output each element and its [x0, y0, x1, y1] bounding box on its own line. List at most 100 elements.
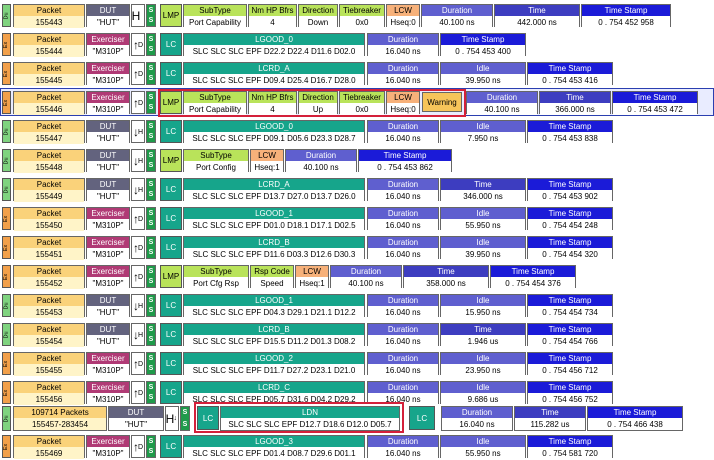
- packet-row[interactable]: Ex Packet 155445 Exerciser "M310P" ↑ D SS L…: [0, 61, 714, 87]
- direction-arrow-icon: ↓ H: [131, 149, 145, 172]
- exerciser-field: Exerciser "M310P": [86, 435, 130, 459]
- packet-field: Packet 155443: [13, 4, 85, 28]
- tiebreaker-field: Tiebreaker 0x0: [339, 4, 385, 28]
- time-field: Time 346.000 ns: [440, 178, 526, 202]
- direction-arrow-icon: ↑ D: [131, 62, 145, 85]
- timestamp-field: Time Stamp 0 . 754 456 752: [527, 381, 613, 405]
- dut-field: DUT "HUT": [86, 4, 130, 28]
- duration-field: Duration 16.040 ns: [367, 236, 439, 260]
- timestamp-field: Time Stamp 0 . 754 453 862: [358, 149, 452, 173]
- direction-side-tab: Ex: [2, 91, 11, 114]
- duration-field: Duration 16.040 ns: [367, 381, 439, 405]
- packet-row[interactable]: Ex Packet 155469 Exerciser "M310P" ↑ D SS L…: [0, 434, 714, 460]
- packet-row[interactable]: Ex Packet 155451 Exerciser "M310P" ↑ D SS L…: [0, 235, 714, 261]
- packet-row[interactable]: Ex Packet 155452 Exerciser "M310P" ↑ D SS L…: [0, 264, 714, 290]
- symbol-field: LCRD_C SLC SLC SLC EPF D05.7 D31.6 D04.2 …: [183, 381, 365, 405]
- direction-field: Direction Down: [298, 4, 338, 28]
- packet-field: Packet 155447: [13, 120, 85, 144]
- direction-side-tab: Ex: [2, 381, 11, 404]
- idle-field: Idle 55.950 ns: [440, 435, 526, 459]
- direction-arrow-icon: ↓ H: [131, 178, 145, 201]
- exerciser-field: Exerciser "M310P": [86, 91, 130, 115]
- speed-marker-icon: SS: [146, 294, 156, 317]
- exerciser-field: Exerciser "M310P": [86, 236, 130, 260]
- packet-row[interactable]: Ex Packet 155444 Exerciser "M310P" ↑ D SS L…: [0, 32, 714, 58]
- lc-badge: LC: [160, 435, 182, 458]
- symbol-field: LGOOD_2 SLC SLC SLC EPF D11.7 D27.2 D23.1…: [183, 352, 365, 376]
- packet-field: Packet 155449: [13, 178, 85, 202]
- packet-field: Packet 155446: [13, 91, 85, 115]
- lc-badge: LC: [160, 62, 182, 85]
- subtype-field: SubType Port Cfg Rsp: [183, 265, 249, 289]
- symbol-field: LCRD_A SLC SLC SLC EPF D09.4 D25.4 D16.7 …: [183, 62, 365, 86]
- packet-row[interactable]: Du Packet 155449 DUT "HUT" ↓ H SS LC LCRD_A…: [0, 177, 714, 203]
- exerciser-field: Exerciser "M310P": [86, 381, 130, 405]
- packet-row[interactable]: Du Packet 155447 DUT "HUT" ↓ H SS LC LGOOD_…: [0, 119, 714, 145]
- lmp-badge: LMP: [160, 4, 182, 27]
- timestamp-field: Time Stamp 0 . 754 453 416: [527, 62, 613, 86]
- idle-field: Idle 23.950 ns: [440, 352, 526, 376]
- packet-row[interactable]: Du Packet 155454 DUT "HUT" ↓ H SS LC LCRD_B…: [0, 322, 714, 348]
- direction-side-tab: Ex: [2, 207, 11, 230]
- packet-field: Packet 155444: [13, 33, 85, 57]
- exerciser-field: Exerciser "M310P": [86, 265, 130, 289]
- speed-marker-icon: SS: [180, 406, 190, 431]
- dut-field: DUT "HUT": [86, 294, 130, 318]
- timestamp-field: Time Stamp 0 . 754 454 766: [527, 323, 613, 347]
- packet-field: Packet 155452: [13, 265, 85, 289]
- packet-row[interactable]: Du Packet 155443 DUT "HUT" H SS LMP SubTyp…: [0, 3, 714, 29]
- direction-arrow-icon: H ↓: [165, 406, 179, 431]
- direction-side-tab: Ex: [2, 236, 11, 259]
- direction-side-tab: Du: [2, 149, 11, 172]
- exerciser-field: Exerciser "M310P": [86, 62, 130, 86]
- timestamp-field: Time Stamp 0 . 754 456 712: [527, 352, 613, 376]
- packet-field: 109714 Packets 155457-283454: [13, 406, 107, 431]
- direction-arrow-icon: ↑ D: [131, 207, 145, 230]
- direction-side-tab: Ex: [2, 435, 11, 458]
- speed-marker-icon: SS: [146, 435, 156, 458]
- lc-badge: LC: [160, 33, 182, 56]
- subtype-field: SubType Port Capability: [183, 4, 247, 28]
- speed-marker-icon: SS: [146, 91, 156, 114]
- direction-arrow-icon: ↑ D: [131, 352, 145, 375]
- time-field: Time 366.000 ns: [539, 91, 611, 115]
- speed-marker-icon: SS: [146, 381, 156, 404]
- packet-row[interactable]: Du Packet 155453 DUT "HUT" ↓ H SS LC LGOOD_…: [0, 293, 714, 319]
- duration-field: Duration 16.040 ns: [367, 294, 439, 318]
- idle-field: Idle 39.950 ns: [440, 236, 526, 260]
- packet-field: Packet 155453: [13, 294, 85, 318]
- symbol-field: LGOOD_0 SLC SLC SLC EPF D09.1 D05.6 D23.3…: [183, 120, 365, 144]
- speed-marker-icon: SS: [146, 62, 156, 85]
- exerciser-field: Exerciser "M310P": [86, 33, 130, 57]
- packet-field: Packet 155469: [13, 435, 85, 459]
- timestamp-field: Time Stamp 0 . 754 453 472: [612, 91, 698, 115]
- packet-row[interactable]: Ex Packet 155450 Exerciser "M310P" ↑ D SS L…: [0, 206, 714, 232]
- time-field: Time 115.282 us: [514, 406, 586, 431]
- packet-field: Packet 155450: [13, 207, 85, 231]
- speed-marker-icon: SS: [146, 4, 156, 27]
- packet-row[interactable]: Du Packet 155448 DUT "HUT" ↓ H SS LMP SubTy…: [0, 148, 714, 174]
- duration-field: Duration 40.100 ns: [330, 265, 402, 289]
- symbol-field: LCRD_B SLC SLC SLC EPF D15.5 D11.2 D01.3 …: [183, 323, 365, 347]
- time-field: Time 1.946 us: [440, 323, 526, 347]
- idle-field: Idle 55.950 ns: [440, 207, 526, 231]
- timestamp-field: Time Stamp 0 . 754 454 734: [527, 294, 613, 318]
- nmhp-field: Nm HP Bfrs 4: [248, 4, 297, 28]
- duration-field: Duration 16.040 ns: [367, 207, 439, 231]
- time-field: Time 442.000 ns: [494, 4, 580, 28]
- direction-side-tab: Ex: [2, 352, 11, 375]
- direction-arrow-icon: ↑ D: [131, 236, 145, 259]
- speed-marker-icon: SS: [146, 207, 156, 230]
- speed-marker-icon: SS: [146, 33, 156, 56]
- lc-badge: LC: [160, 323, 182, 346]
- exerciser-field: Exerciser "M310P": [86, 352, 130, 376]
- duration-field: Duration 16.040 ns: [367, 62, 439, 86]
- packet-field: Packet 155456: [13, 381, 85, 405]
- packet-row[interactable]: Ex Packet 155455 Exerciser "M310P" ↑ D SS L…: [0, 351, 714, 377]
- direction-side-tab: Du: [2, 294, 11, 317]
- symbol-field: LGOOD_1 SLC SLC SLC EPF D01.0 D18.1 D17.1…: [183, 207, 365, 231]
- speed-marker-icon: SS: [146, 149, 156, 172]
- direction-side-tab: Du: [2, 406, 11, 431]
- direction-arrow-icon: ↑ D: [131, 435, 145, 458]
- direction-arrow-icon: ↑ D: [131, 33, 145, 56]
